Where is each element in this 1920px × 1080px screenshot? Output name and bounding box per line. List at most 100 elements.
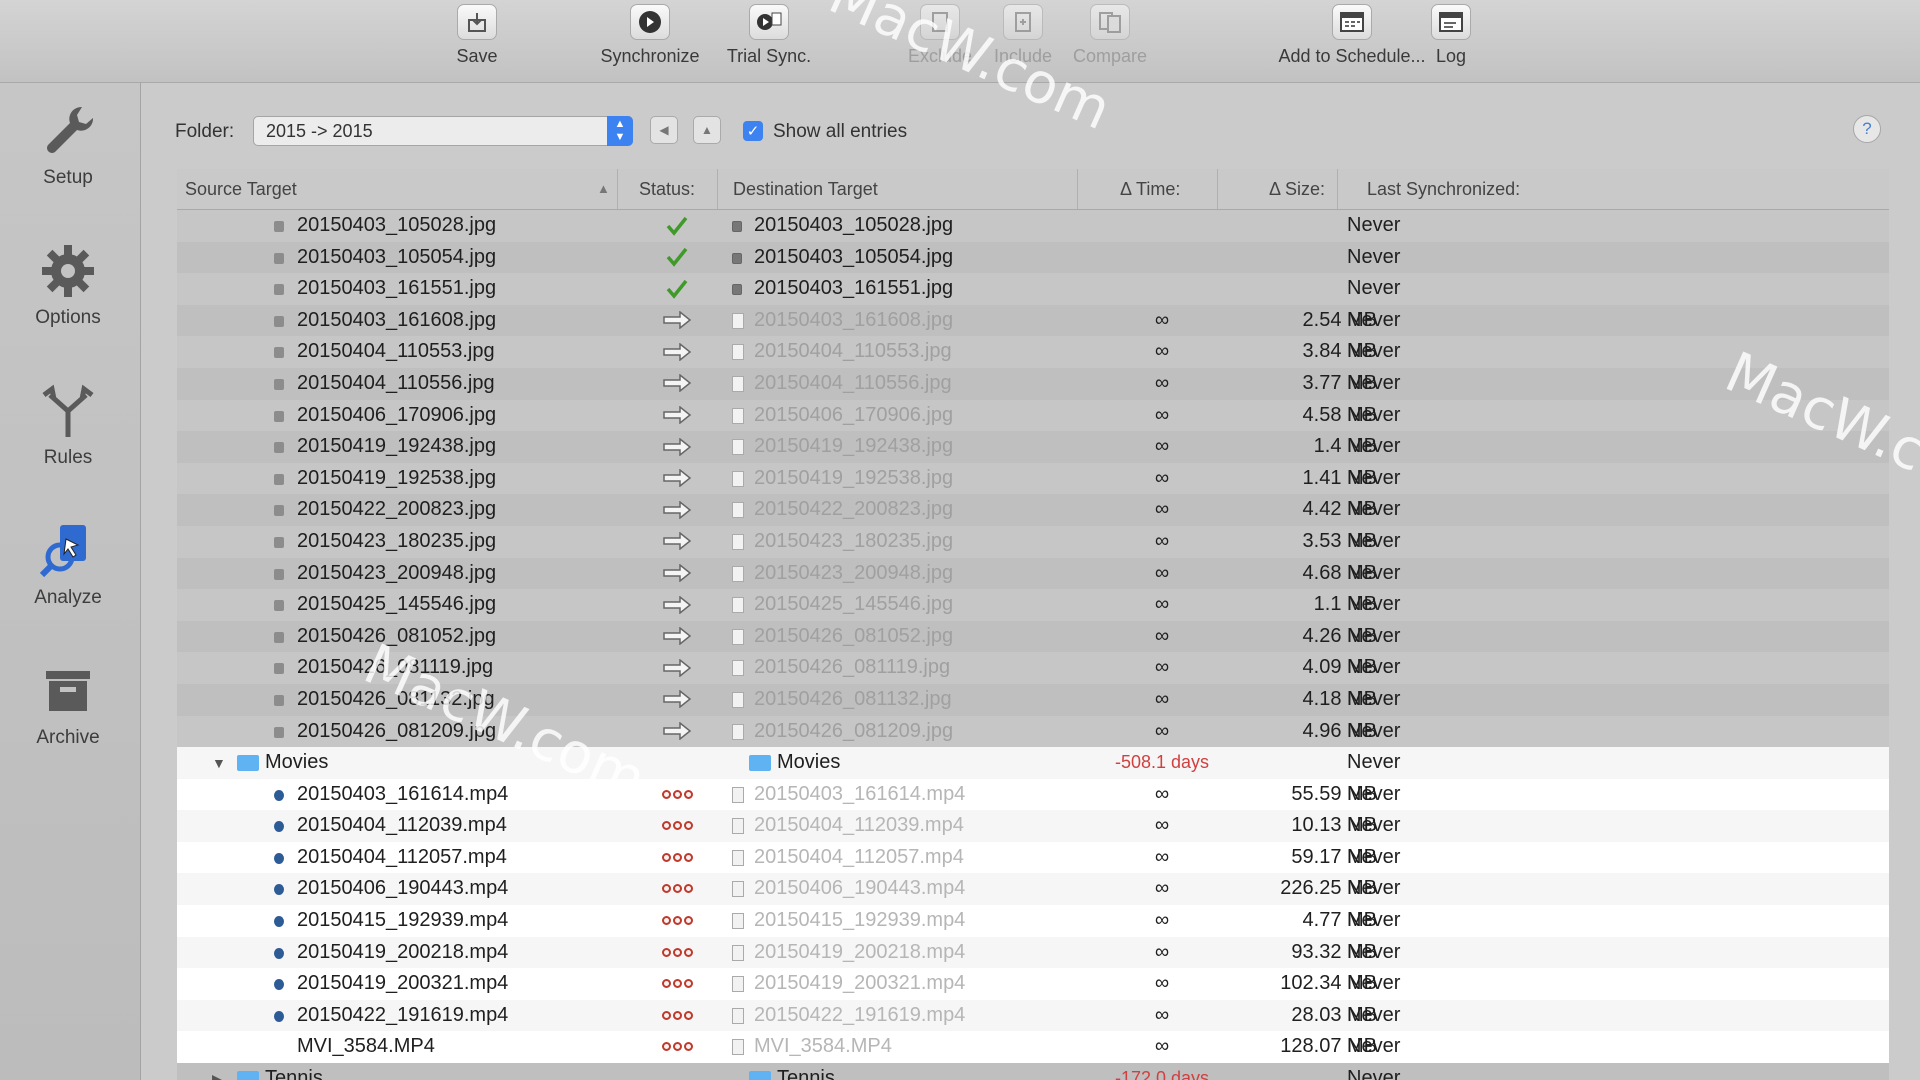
delta-time: ∞: [1154, 403, 1170, 426]
copy-arrow-icon[interactable]: [647, 400, 707, 431]
copy-arrow-icon[interactable]: [647, 684, 707, 715]
blank-file-icon: [732, 628, 744, 645]
destination-file-name: 20150419_200218.mp4: [754, 940, 966, 963]
status-dots-icon[interactable]: [647, 905, 707, 936]
source-file-name: 20150404_112039.mp4: [297, 814, 507, 837]
status-synced-icon[interactable]: [647, 242, 707, 273]
status-dots-icon[interactable]: [647, 968, 707, 999]
status-dots-icon[interactable]: [647, 937, 707, 968]
table-row[interactable]: 20150403_161551.jpg 20150403_161551.jpg Ne…: [177, 273, 1889, 305]
copy-arrow-icon[interactable]: [647, 558, 707, 589]
table-row[interactable]: 20150403_105028.jpg 20150403_105028.jpg Ne…: [177, 210, 1889, 242]
table-row[interactable]: 20150404_112039.mp4 20150404_112039.mp4 ∞ 1…: [177, 810, 1889, 842]
column-source-target[interactable]: Source Target: [185, 179, 297, 200]
copy-arrow-icon[interactable]: [647, 431, 707, 462]
blank-file-icon: [732, 786, 744, 803]
save-button[interactable]: Save: [417, 4, 537, 76]
sidebar-item-setup[interactable]: Setup: [0, 101, 136, 219]
table-row[interactable]: 20150419_200218.mp4 20150419_200218.mp4 ∞ 9…: [177, 936, 1889, 969]
status-synced-icon[interactable]: [647, 273, 707, 304]
table-row[interactable]: 20150422_200823.jpg 20150422_200823.jpg ∞ 4…: [177, 494, 1889, 526]
image-file-icon: [732, 221, 742, 232]
table-row[interactable]: 20150425_145546.jpg 20150425_145546.jpg ∞ 1…: [177, 589, 1889, 621]
table-row[interactable]: 20150419_192538.jpg 20150419_192538.jpg ∞ 1…: [177, 462, 1889, 495]
table-row[interactable]: 20150404_112057.mp4 20150404_112057.mp4 ∞ 5…: [177, 841, 1889, 874]
table-row[interactable]: 20150426_081119.jpg 20150426_081119.jpg ∞ 4…: [177, 652, 1889, 684]
source-file-name: 20150422_191619.mp4: [297, 1003, 509, 1026]
table-row[interactable]: 20150419_200321.mp4 20150419_200321.mp4 ∞ 1…: [177, 968, 1889, 1000]
table-row[interactable]: 20150423_180235.jpg 20150423_180235.jpg ∞ 3…: [177, 525, 1889, 558]
last-synchronized: Never: [1347, 561, 1401, 584]
status-dots-icon[interactable]: [647, 842, 707, 873]
disclosure-closed-icon[interactable]: ▶: [212, 1071, 223, 1080]
synchronize-button[interactable]: Synchronize: [590, 4, 710, 76]
source-file-name: 20150426_081119.jpg: [297, 656, 494, 679]
disclosure-open-icon[interactable]: ▼: [212, 755, 226, 771]
analyze-icon: [39, 525, 86, 578]
copy-arrow-icon[interactable]: [647, 526, 707, 557]
back-button[interactable]: ◀: [650, 116, 678, 144]
status-dots-icon[interactable]: [647, 1000, 707, 1031]
up-button[interactable]: ▲: [693, 116, 721, 144]
table-row[interactable]: 20150415_192939.mp4 20150415_192939.mp4 ∞ 4…: [177, 905, 1889, 937]
status-dots-icon[interactable]: [647, 779, 707, 810]
table-row[interactable]: 20150406_190443.mp4 20150406_190443.mp4 ∞ 2…: [177, 873, 1889, 906]
table-row[interactable]: MVI_3584.MP4 MVI_3584.MP4 ∞ 128.07 MB Never: [177, 1031, 1889, 1064]
source-file-name: 20150403_105054.jpg: [297, 245, 497, 268]
column-divider: [617, 169, 618, 209]
sidebar-item-archive[interactable]: Archive: [0, 661, 136, 779]
copy-arrow-icon[interactable]: [647, 716, 707, 747]
folder-select[interactable]: 2015 -> 2015 ▲ ▼: [253, 116, 633, 146]
trial-sync-button[interactable]: Trial Sync.: [709, 4, 829, 76]
table-row[interactable]: 20150426_081132.jpg 20150426_081132.jpg ∞ 4…: [177, 683, 1889, 716]
synchronize-icon: [630, 4, 670, 40]
column-status[interactable]: Status:: [639, 179, 695, 200]
copy-arrow-icon[interactable]: [647, 336, 707, 367]
copy-arrow-icon[interactable]: [647, 494, 707, 525]
table-row[interactable]: 20150419_192438.jpg 20150419_192438.jpg ∞ 1…: [177, 431, 1889, 463]
table-row[interactable]: 20150423_200948.jpg 20150423_200948.jpg ∞ 4…: [177, 557, 1889, 590]
show-all-checkbox[interactable]: ✓: [743, 121, 763, 141]
folder-row[interactable]: ▶ Tennis Tennis -172.0 days Never: [177, 1063, 1889, 1080]
table-row[interactable]: 20150403_161614.mp4 20150403_161614.mp4 ∞ 5…: [177, 778, 1889, 811]
copy-arrow-icon[interactable]: [647, 463, 707, 494]
table-row[interactable]: 20150403_105054.jpg 20150403_105054.jpg Ne…: [177, 241, 1889, 274]
table-row[interactable]: 20150426_081209.jpg 20150426_081209.jpg ∞ 4…: [177, 715, 1889, 748]
log-button[interactable]: Log: [1391, 4, 1511, 76]
status-dots-icon[interactable]: [647, 873, 707, 904]
delta-time: ∞: [1154, 529, 1170, 552]
status-dots-icon[interactable]: [647, 1031, 707, 1062]
sidebar-item-options[interactable]: Options: [0, 241, 136, 359]
log-label: Log: [1435, 46, 1467, 66]
table-row[interactable]: 20150426_081052.jpg 20150426_081052.jpg ∞ 4…: [177, 620, 1889, 653]
table-row[interactable]: 20150403_161608.jpg 20150403_161608.jpg ∞ 2…: [177, 304, 1889, 337]
last-synchronized: Never: [1347, 435, 1401, 458]
copy-arrow-icon[interactable]: [647, 589, 707, 620]
table-row[interactable]: 20150404_110556.jpg 20150404_110556.jpg ∞ 3…: [177, 367, 1889, 400]
source-file-name: 20150403_161614.mp4: [297, 782, 509, 805]
status-synced-icon[interactable]: [647, 210, 707, 241]
table-row[interactable]: 20150406_170906.jpg 20150406_170906.jpg ∞ 4…: [177, 399, 1889, 432]
table-row[interactable]: 20150404_110553.jpg 20150404_110553.jpg ∞ 3…: [177, 336, 1889, 368]
blank-file-icon: [732, 976, 744, 993]
column-delta-size[interactable]: Δ Size:: [1269, 179, 1325, 200]
last-synchronized: Never: [1347, 1035, 1401, 1058]
table-row[interactable]: 20150422_191619.mp4 20150422_191619.mp4 ∞ 2…: [177, 999, 1889, 1032]
table-body: 20150403_105028.jpg 20150403_105028.jpg Ne…: [177, 210, 1889, 1080]
column-destination-target[interactable]: Destination Target: [733, 179, 878, 200]
column-delta-time[interactable]: Δ Time:: [1120, 179, 1180, 200]
folder-row[interactable]: ▼ Movies Movies -508.1 days Never: [177, 747, 1889, 779]
copy-arrow-icon[interactable]: [647, 621, 707, 652]
source-file-name: 20150404_112057.mp4: [297, 845, 507, 868]
triangle-up-icon: ▲: [701, 123, 713, 137]
copy-arrow-icon[interactable]: [647, 368, 707, 399]
copy-arrow-icon[interactable]: [647, 305, 707, 336]
help-button[interactable]: ?: [1853, 115, 1881, 143]
column-last-synchronized[interactable]: Last Synchronized:: [1367, 179, 1520, 200]
sidebar-item-rules[interactable]: Rules: [0, 381, 136, 499]
compare-button[interactable]: Compare: [1050, 4, 1170, 76]
movie-file-icon: [274, 1010, 284, 1022]
sidebar-item-analyze[interactable]: Analyze: [0, 521, 136, 639]
copy-arrow-icon[interactable]: [647, 652, 707, 683]
status-dots-icon[interactable]: [647, 810, 707, 841]
